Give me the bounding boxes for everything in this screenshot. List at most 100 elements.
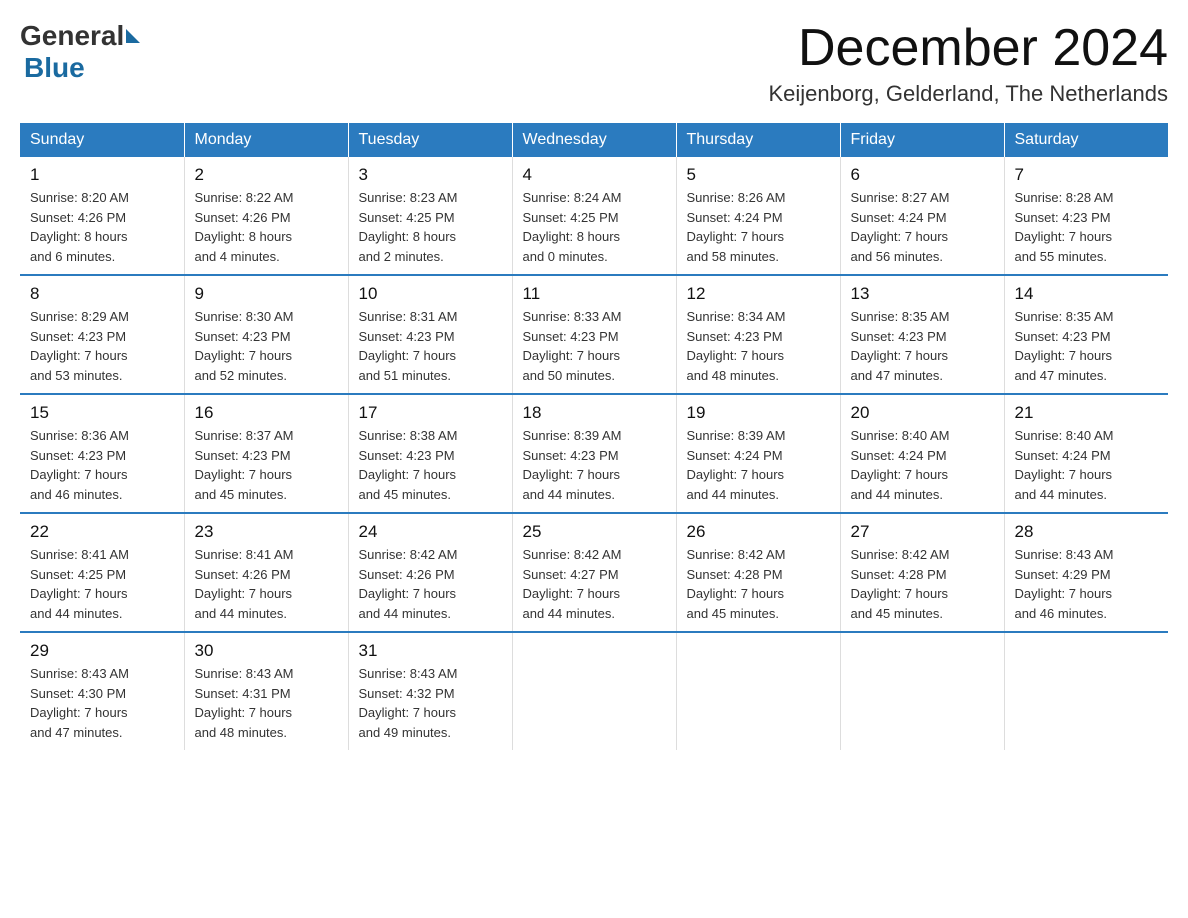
day-info: Sunrise: 8:26 AM Sunset: 4:24 PM Dayligh… bbox=[687, 188, 830, 266]
day-number: 26 bbox=[687, 522, 830, 542]
day-number: 20 bbox=[851, 403, 994, 423]
day-number: 12 bbox=[687, 284, 830, 304]
day-info: Sunrise: 8:43 AM Sunset: 4:31 PM Dayligh… bbox=[195, 664, 338, 742]
calendar-day-cell: 4Sunrise: 8:24 AM Sunset: 4:25 PM Daylig… bbox=[512, 157, 676, 275]
weekday-header-saturday: Saturday bbox=[1004, 123, 1168, 157]
day-info: Sunrise: 8:41 AM Sunset: 4:25 PM Dayligh… bbox=[30, 545, 174, 623]
empty-cell bbox=[840, 632, 1004, 750]
logo: General Blue bbox=[20, 20, 142, 84]
calendar-day-cell: 6 Sunrise: 8:27 AM Sunset: 4:24 PM Daylig… bbox=[840, 157, 1004, 275]
calendar-day-cell: 3 Sunrise: 8:23 AM Sunset: 4:25 PM Daylig… bbox=[348, 157, 512, 275]
day-info: Sunrise: 8:33 AM Sunset: 4:23 PM Dayligh… bbox=[523, 307, 666, 385]
calendar-day-cell: 15 Sunrise: 8:36 AM Sunset: 4:23 PM Dayli… bbox=[20, 394, 184, 513]
day-info: Sunrise: 8:41 AM Sunset: 4:26 PM Dayligh… bbox=[195, 545, 338, 623]
calendar-day-cell: 20 Sunrise: 8:40 AM Sunset: 4:24 PM Dayli… bbox=[840, 394, 1004, 513]
day-info: Sunrise: 8:34 AM Sunset: 4:23 PM Dayligh… bbox=[687, 307, 830, 385]
day-info: Sunrise: 8:42 AM Sunset: 4:27 PM Dayligh… bbox=[523, 545, 666, 623]
calendar-day-cell: 19 Sunrise: 8:39 AM Sunset: 4:24 PM Dayli… bbox=[676, 394, 840, 513]
day-number: 19 bbox=[687, 403, 830, 423]
day-number: 8 bbox=[30, 284, 174, 304]
day-number: 18 bbox=[523, 403, 666, 423]
calendar-day-cell: 10Sunrise: 8:31 AM Sunset: 4:23 PM Dayli… bbox=[348, 275, 512, 394]
day-info: Sunrise: 8:40 AM Sunset: 4:24 PM Dayligh… bbox=[851, 426, 994, 504]
day-number: 6 bbox=[851, 165, 994, 185]
day-number: 31 bbox=[359, 641, 502, 661]
day-info: Sunrise: 8:20 AM Sunset: 4:26 PM Dayligh… bbox=[30, 188, 174, 266]
day-info: Sunrise: 8:23 AM Sunset: 4:25 PM Dayligh… bbox=[359, 188, 502, 266]
calendar-day-cell: 24 Sunrise: 8:42 AM Sunset: 4:26 PM Dayli… bbox=[348, 513, 512, 632]
calendar-day-cell: 8 Sunrise: 8:29 AM Sunset: 4:23 PM Daylig… bbox=[20, 275, 184, 394]
day-number: 29 bbox=[30, 641, 174, 661]
day-info: Sunrise: 8:39 AM Sunset: 4:24 PM Dayligh… bbox=[687, 426, 830, 504]
day-info: Sunrise: 8:40 AM Sunset: 4:24 PM Dayligh… bbox=[1015, 426, 1159, 504]
empty-cell bbox=[1004, 632, 1168, 750]
day-info: Sunrise: 8:39 AM Sunset: 4:23 PM Dayligh… bbox=[523, 426, 666, 504]
calendar-day-cell: 27 Sunrise: 8:42 AM Sunset: 4:28 PM Dayli… bbox=[840, 513, 1004, 632]
weekday-header-sunday: Sunday bbox=[20, 123, 184, 157]
day-number: 2 bbox=[195, 165, 338, 185]
calendar-day-cell: 22Sunrise: 8:41 AM Sunset: 4:25 PM Dayli… bbox=[20, 513, 184, 632]
day-info: Sunrise: 8:22 AM Sunset: 4:26 PM Dayligh… bbox=[195, 188, 338, 266]
page-header: General Blue December 2024 Keijenborg, G… bbox=[20, 20, 1168, 107]
day-info: Sunrise: 8:43 AM Sunset: 4:30 PM Dayligh… bbox=[30, 664, 174, 742]
weekday-header-monday: Monday bbox=[184, 123, 348, 157]
weekday-header-tuesday: Tuesday bbox=[348, 123, 512, 157]
day-number: 1 bbox=[30, 165, 174, 185]
calendar-day-cell: 18 Sunrise: 8:39 AM Sunset: 4:23 PM Dayli… bbox=[512, 394, 676, 513]
calendar-day-cell: 5 Sunrise: 8:26 AM Sunset: 4:24 PM Daylig… bbox=[676, 157, 840, 275]
day-number: 9 bbox=[195, 284, 338, 304]
day-info: Sunrise: 8:29 AM Sunset: 4:23 PM Dayligh… bbox=[30, 307, 174, 385]
logo-general-text: General bbox=[20, 20, 124, 52]
day-info: Sunrise: 8:37 AM Sunset: 4:23 PM Dayligh… bbox=[195, 426, 338, 504]
calendar-day-cell: 11 Sunrise: 8:33 AM Sunset: 4:23 PM Dayli… bbox=[512, 275, 676, 394]
day-info: Sunrise: 8:42 AM Sunset: 4:28 PM Dayligh… bbox=[851, 545, 994, 623]
day-info: Sunrise: 8:24 AM Sunset: 4:25 PM Dayligh… bbox=[523, 188, 666, 266]
day-number: 25 bbox=[523, 522, 666, 542]
weekday-header-row: SundayMondayTuesdayWednesdayThursdayFrid… bbox=[20, 123, 1168, 157]
day-number: 14 bbox=[1015, 284, 1159, 304]
weekday-header-thursday: Thursday bbox=[676, 123, 840, 157]
calendar-day-cell: 17Sunrise: 8:38 AM Sunset: 4:23 PM Dayli… bbox=[348, 394, 512, 513]
location-subtitle: Keijenborg, Gelderland, The Netherlands bbox=[768, 81, 1168, 107]
calendar-day-cell: 13 Sunrise: 8:35 AM Sunset: 4:23 PM Dayli… bbox=[840, 275, 1004, 394]
calendar-day-cell: 31 Sunrise: 8:43 AM Sunset: 4:32 PM Dayli… bbox=[348, 632, 512, 750]
calendar-day-cell: 23 Sunrise: 8:41 AM Sunset: 4:26 PM Dayli… bbox=[184, 513, 348, 632]
day-info: Sunrise: 8:35 AM Sunset: 4:23 PM Dayligh… bbox=[1015, 307, 1159, 385]
day-number: 28 bbox=[1015, 522, 1159, 542]
day-info: Sunrise: 8:36 AM Sunset: 4:23 PM Dayligh… bbox=[30, 426, 174, 504]
day-info: Sunrise: 8:30 AM Sunset: 4:23 PM Dayligh… bbox=[195, 307, 338, 385]
day-number: 27 bbox=[851, 522, 994, 542]
calendar-day-cell: 26 Sunrise: 8:42 AM Sunset: 4:28 PM Dayli… bbox=[676, 513, 840, 632]
calendar-day-cell: 28 Sunrise: 8:43 AM Sunset: 4:29 PM Dayli… bbox=[1004, 513, 1168, 632]
day-info: Sunrise: 8:27 AM Sunset: 4:24 PM Dayligh… bbox=[851, 188, 994, 266]
day-number: 5 bbox=[687, 165, 830, 185]
calendar-day-cell: 21Sunrise: 8:40 AM Sunset: 4:24 PM Dayli… bbox=[1004, 394, 1168, 513]
calendar-day-cell: 14 Sunrise: 8:35 AM Sunset: 4:23 PM Dayli… bbox=[1004, 275, 1168, 394]
day-info: Sunrise: 8:28 AM Sunset: 4:23 PM Dayligh… bbox=[1015, 188, 1159, 266]
calendar-week-row: 15 Sunrise: 8:36 AM Sunset: 4:23 PM Dayli… bbox=[20, 394, 1168, 513]
calendar-week-row: 1 Sunrise: 8:20 AM Sunset: 4:26 PM Daylig… bbox=[20, 157, 1168, 275]
title-area: December 2024 Keijenborg, Gelderland, Th… bbox=[768, 20, 1168, 107]
day-info: Sunrise: 8:43 AM Sunset: 4:29 PM Dayligh… bbox=[1015, 545, 1159, 623]
empty-cell bbox=[676, 632, 840, 750]
day-info: Sunrise: 8:43 AM Sunset: 4:32 PM Dayligh… bbox=[359, 664, 502, 742]
calendar-week-row: 29 Sunrise: 8:43 AM Sunset: 4:30 PM Dayli… bbox=[20, 632, 1168, 750]
calendar-day-cell: 7Sunrise: 8:28 AM Sunset: 4:23 PM Daylig… bbox=[1004, 157, 1168, 275]
day-number: 10 bbox=[359, 284, 502, 304]
calendar-day-cell: 29 Sunrise: 8:43 AM Sunset: 4:30 PM Dayli… bbox=[20, 632, 184, 750]
logo-blue-text: Blue bbox=[24, 52, 85, 83]
day-info: Sunrise: 8:42 AM Sunset: 4:26 PM Dayligh… bbox=[359, 545, 502, 623]
day-number: 24 bbox=[359, 522, 502, 542]
day-number: 30 bbox=[195, 641, 338, 661]
day-info: Sunrise: 8:42 AM Sunset: 4:28 PM Dayligh… bbox=[687, 545, 830, 623]
calendar-week-row: 8 Sunrise: 8:29 AM Sunset: 4:23 PM Daylig… bbox=[20, 275, 1168, 394]
day-number: 16 bbox=[195, 403, 338, 423]
day-number: 3 bbox=[359, 165, 502, 185]
calendar-day-cell: 30 Sunrise: 8:43 AM Sunset: 4:31 PM Dayli… bbox=[184, 632, 348, 750]
day-number: 15 bbox=[30, 403, 174, 423]
day-number: 13 bbox=[851, 284, 994, 304]
day-info: Sunrise: 8:35 AM Sunset: 4:23 PM Dayligh… bbox=[851, 307, 994, 385]
day-number: 23 bbox=[195, 522, 338, 542]
calendar-day-cell: 9 Sunrise: 8:30 AM Sunset: 4:23 PM Daylig… bbox=[184, 275, 348, 394]
day-number: 11 bbox=[523, 284, 666, 304]
